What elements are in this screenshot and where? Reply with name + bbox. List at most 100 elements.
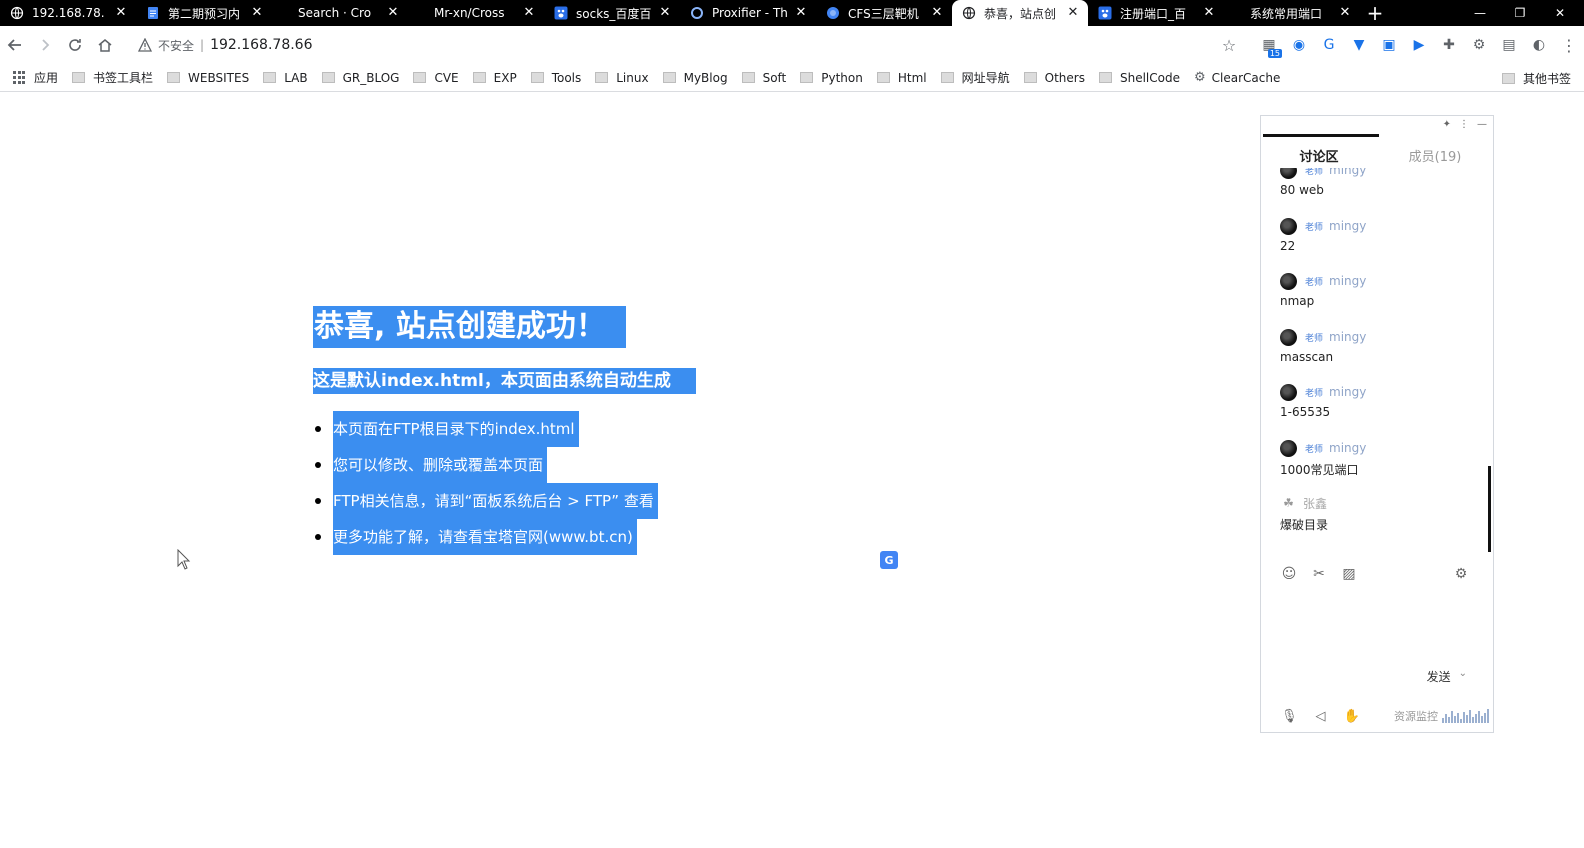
microphone-icon[interactable]: 🎙 [1281, 709, 1298, 724]
translate-icon[interactable]: G [880, 551, 898, 569]
grid-ext-button[interactable]: ▣ [1374, 30, 1404, 60]
speaker-icon[interactable]: ◁ [1316, 709, 1326, 724]
toolbar-extensions: ☆ ▦ 15 ◉ G ▼ ▣ ▶ ✚ ⚙ ▤ ◐ ⋮ [1214, 26, 1584, 64]
bookmark-item[interactable]: EXP [466, 66, 524, 90]
image-icon[interactable]: ▨ [1341, 566, 1357, 582]
browser-tab[interactable]: Search · Cro ✕ [272, 0, 408, 26]
arrow-left-icon [7, 39, 21, 51]
bookmark-star-button[interactable]: ☆ [1214, 30, 1244, 60]
folder-icon [1501, 72, 1515, 84]
bookmark-item[interactable]: ShellCode [1092, 66, 1187, 90]
minimize-button[interactable]: — [1460, 0, 1500, 26]
bookmark-other-folder[interactable]: 其他书签 [1495, 66, 1578, 90]
role-badge: 老师 [1305, 333, 1324, 344]
resource-monitor[interactable]: 资源监控 [1394, 708, 1489, 724]
tab-discussion[interactable]: 讨论区 [1261, 146, 1377, 165]
browser-tab[interactable]: 第二期预习内 ✕ [136, 0, 272, 26]
more-icon[interactable]: ⋮ [1459, 119, 1469, 130]
hand-icon[interactable]: ✋ [1344, 709, 1360, 724]
bookmark-item[interactable]: CVE [406, 66, 465, 90]
bookmark-item[interactable]: ⚙ ClearCache [1187, 66, 1287, 90]
bookmark-item[interactable]: Python [793, 66, 870, 90]
tab-close-icon[interactable]: ✕ [658, 6, 672, 20]
ext-button-8[interactable]: ⚙ [1464, 30, 1494, 60]
url-text[interactable]: 192.168.78.66 [210, 37, 312, 53]
monitor-bar [1451, 711, 1453, 723]
tab-close-icon[interactable]: ✕ [794, 6, 808, 20]
share-ext-button[interactable]: ▶ [1404, 30, 1434, 60]
close-window-button[interactable]: ✕ [1540, 0, 1580, 26]
globe-icon [10, 6, 24, 20]
pin-icon[interactable]: ✦ [1443, 119, 1451, 130]
filter-ext-button[interactable]: ▼ [1344, 30, 1374, 60]
tab-close-icon[interactable]: ✕ [250, 6, 264, 20]
ext-button-7[interactable]: ✚ [1434, 30, 1464, 60]
bookmark-item[interactable]: Tools [524, 66, 589, 90]
bookmark-item[interactable]: 书签工具栏 [65, 66, 160, 90]
chat-messages: 老师 mingy 80 web 老师 mingy 22 老师 mingy nmap 老师 mingy… [1261, 168, 1487, 548]
info-list: 本页面在FTP根目录下的index.html 您可以修改、删除或覆盖本页面 FTP相… [313, 411, 658, 555]
bookmark-item[interactable]: Linux [588, 66, 655, 90]
tab-close-icon[interactable]: ✕ [1066, 6, 1080, 20]
gear-icon: ⚙ [1193, 70, 1206, 85]
settings-icon[interactable]: ⚙ [1453, 566, 1469, 582]
bookmark-item[interactable]: WEBSITES [160, 66, 256, 90]
folder-icon [800, 72, 814, 83]
bookmark-label: WEBSITES [188, 70, 250, 85]
tab-close-icon[interactable]: ✕ [522, 6, 536, 20]
bookmark-item[interactable]: MyBlog [656, 66, 735, 90]
globe-icon [962, 6, 976, 20]
browser-tab[interactable]: CFS三层靶机 ✕ [816, 0, 952, 26]
bookmark-item[interactable]: Others [1017, 66, 1092, 90]
monitor-bar [1445, 714, 1447, 723]
tab-close-icon[interactable]: ✕ [930, 6, 944, 20]
tab-close-icon[interactable]: ✕ [114, 6, 128, 20]
home-button[interactable] [90, 30, 120, 60]
browser-tab[interactable]: 注册端口_百 ✕ [1088, 0, 1224, 26]
chevron-down-icon[interactable]: ⌄ [1459, 668, 1467, 685]
back-button[interactable] [0, 30, 30, 60]
minimize-icon[interactable]: — [1477, 119, 1487, 130]
bookmark-item[interactable]: LAB [256, 66, 314, 90]
ext-button-10[interactable]: ◐ [1524, 30, 1554, 60]
tab-close-icon[interactable]: ✕ [386, 6, 400, 20]
tab-title: CFS三层靶机 [848, 6, 919, 21]
address-bar[interactable]: 不安全 | 192.168.78.66 [130, 31, 1100, 59]
reload-button[interactable] [60, 30, 90, 60]
bookmark-item[interactable]: Soft [735, 66, 794, 90]
browser-tab[interactable]: Proxifier - Th ✕ [680, 0, 816, 26]
bookmark-item[interactable]: 网址导航 [934, 66, 1017, 90]
monitor-bar [1466, 715, 1468, 723]
tab-close-icon[interactable]: ✕ [1338, 6, 1352, 20]
monitor-bar [1460, 719, 1462, 723]
bookmark-item[interactable]: 应用 [6, 66, 65, 90]
forward-button[interactable] [30, 30, 60, 60]
browser-tab[interactable]: 192.168.78. ✕ [0, 0, 136, 26]
folder-icon [1098, 72, 1112, 83]
restore-button[interactable]: ❐ [1500, 0, 1540, 26]
menu-button[interactable]: ⋮ [1554, 30, 1584, 60]
extension-badge-button[interactable]: ▦ 15 [1254, 30, 1284, 60]
list-item-text: 本页面在FTP根目录下的index.html [333, 411, 579, 447]
send-button[interactable]: 发送 ⌄ [1427, 668, 1467, 685]
ext-button-9[interactable]: ▤ [1494, 30, 1524, 60]
extension-circle-button[interactable]: ◉ [1284, 30, 1314, 60]
browser-tab[interactable]: 系统常用端口 ✕ [1224, 0, 1360, 26]
chat-scrollbar[interactable] [1488, 466, 1491, 552]
browser-tab[interactable]: socks_百度百 ✕ [544, 0, 680, 26]
new-tab-button[interactable]: + [1360, 0, 1390, 26]
tab-title: 恭喜，站点创 [984, 6, 1057, 21]
bookmark-item[interactable]: GR_BLOG [315, 66, 407, 90]
scissors-icon[interactable]: ✂ [1311, 566, 1327, 582]
bookmark-item[interactable]: Html [870, 66, 934, 90]
bookmarks-bar: 应用 书签工具栏 WEBSITES LAB GR_BLOG CVE EXP Tools Linu… [0, 64, 1584, 92]
username: mingy [1329, 441, 1367, 455]
browser-tab[interactable]: 恭喜，站点创 ✕ [952, 0, 1088, 26]
reload-icon [69, 39, 81, 51]
emoji-icon[interactable]: ☺ [1281, 566, 1297, 582]
tab-members[interactable]: 成员(19) [1377, 146, 1493, 165]
send-label: 发送 [1426, 670, 1451, 684]
tab-close-icon[interactable]: ✕ [1202, 6, 1216, 20]
translate-ext-button[interactable]: G [1314, 30, 1344, 60]
browser-tab[interactable]: Mr-xn/Cross ✕ [408, 0, 544, 26]
